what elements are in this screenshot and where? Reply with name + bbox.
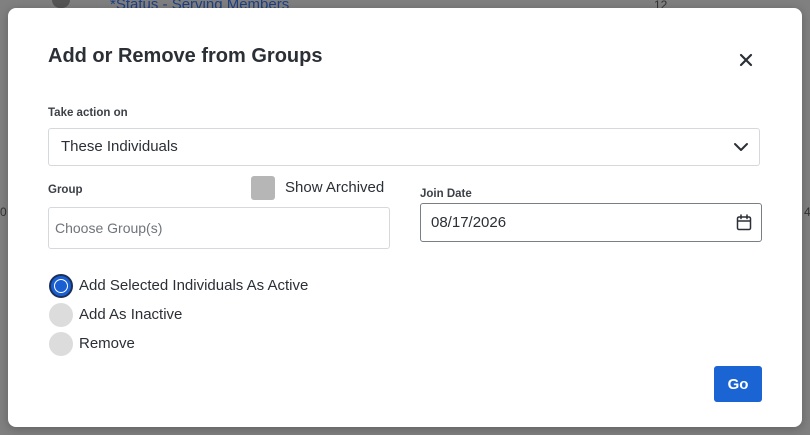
radio-button[interactable]	[49, 274, 73, 298]
modal-title: Add or Remove from Groups	[48, 45, 323, 67]
people-icon	[52, 0, 70, 8]
close-icon	[739, 53, 753, 67]
join-date-label: Join Date	[420, 188, 472, 200]
chevron-down-icon	[734, 143, 748, 151]
join-date-input[interactable]: 08/17/2026	[420, 203, 762, 242]
background-edge-text: 4	[804, 205, 810, 219]
background-edge-text: 0	[0, 205, 7, 219]
close-button[interactable]	[734, 48, 758, 72]
take-action-value: These Individuals	[61, 138, 178, 155]
radio-button[interactable]	[49, 303, 73, 327]
take-action-label: Take action on	[48, 107, 128, 119]
radio-label: Add Selected Individuals As Active	[79, 277, 309, 294]
add-remove-groups-modal: Add or Remove from Groups Take action on…	[8, 8, 802, 427]
radio-button[interactable]	[49, 332, 73, 356]
checkbox-box[interactable]	[251, 176, 275, 200]
calendar-icon[interactable]	[736, 214, 752, 231]
group-input[interactable]	[48, 207, 390, 249]
join-date-value: 08/17/2026	[431, 214, 507, 231]
group-label: Group	[48, 184, 83, 196]
go-button[interactable]: Go	[714, 366, 762, 402]
radio-label: Add As Inactive	[79, 306, 183, 323]
take-action-select[interactable]: These Individuals	[48, 128, 760, 166]
show-archived-label: Show Archived	[285, 179, 385, 196]
radio-label: Remove	[79, 335, 135, 352]
